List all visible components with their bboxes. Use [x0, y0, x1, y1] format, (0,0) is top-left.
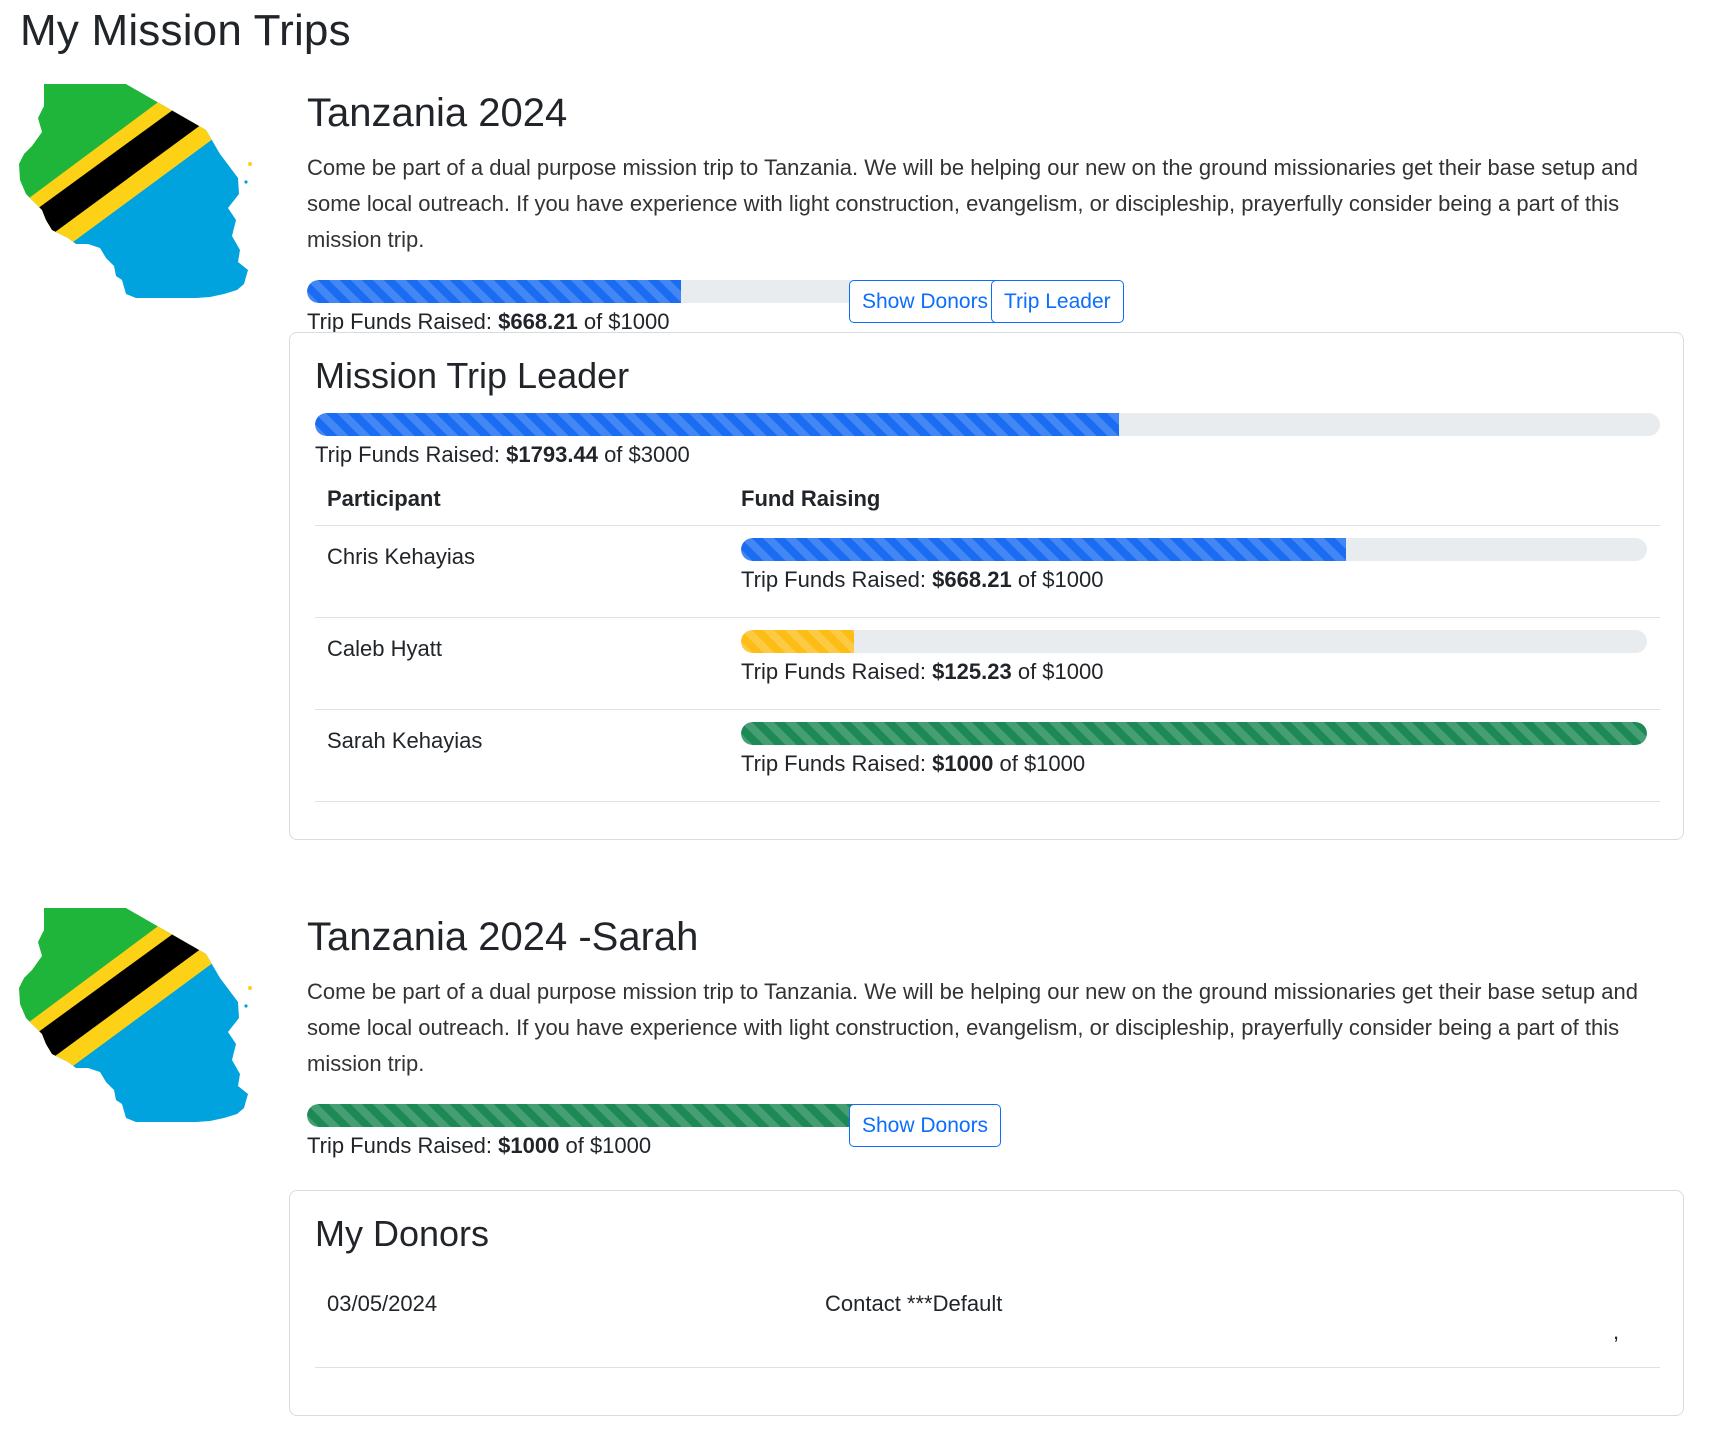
donor-extra: ,	[1613, 1319, 1620, 1344]
tanzania-flag-map-icon	[19, 84, 252, 298]
participant-progress-bar	[741, 630, 1647, 653]
participants-table: Participant Fund Raising Chris Kehayias …	[315, 473, 1660, 802]
participant-progress-fill	[741, 538, 1347, 561]
donor-row: 03/05/2024 Contact ***Default ,	[315, 1279, 1660, 1368]
participant-funds: Trip Funds Raised: $125.23 of $1000	[729, 617, 1660, 710]
card-title: Mission Trip Leader	[315, 355, 630, 396]
page-title: My Mission Trips	[20, 6, 351, 55]
table-row: Sarah Kehayias Trip Funds Raised: $1000 …	[315, 709, 1660, 802]
funds-raised-amount: $1000	[498, 1133, 560, 1158]
participant-funds-text: Trip Funds Raised: $668.21 of $1000	[741, 567, 1104, 592]
header-participant: Participant	[315, 473, 729, 526]
participant-progress-bar	[741, 538, 1647, 561]
participant-name: Caleb Hyatt	[315, 617, 729, 710]
table-header-row: Participant Fund Raising	[315, 473, 1660, 526]
donor-name: Contact ***Default	[825, 1291, 1003, 1316]
table-row: Chris Kehayias Trip Funds Raised: $668.2…	[315, 525, 1660, 618]
participant-progress-fill	[741, 722, 1647, 745]
show-donors-button[interactable]: Show Donors	[849, 1104, 1002, 1147]
participant-funds-text: Trip Funds Raised: $125.23 of $1000	[741, 659, 1104, 684]
card-title: My Donors	[315, 1213, 490, 1254]
trip-progress-bar	[307, 1104, 867, 1127]
leader-funds: Trip Funds Raised: $1793.44 of $3000	[315, 413, 1660, 468]
trip-title: Tanzania 2024 -Sarah	[307, 915, 699, 959]
header-fund-raising: Fund Raising	[729, 473, 1660, 526]
trip-leader-button[interactable]: Trip Leader	[991, 280, 1124, 323]
participant-progress-fill	[741, 630, 855, 653]
mission-trip-leader-card: Mission Trip Leader Trip Funds Raised: $…	[289, 332, 1684, 840]
show-donors-button[interactable]: Show Donors	[849, 280, 1002, 323]
donor-date: 03/05/2024	[327, 1291, 438, 1316]
participant-name: Chris Kehayias	[315, 525, 729, 618]
my-donors-card: My Donors 03/05/2024 Contact ***Default …	[289, 1190, 1684, 1416]
participant-funds: Trip Funds Raised: $1000 of $1000	[729, 709, 1660, 802]
trip-progress-fill	[307, 1104, 867, 1127]
trip-description: Come be part of a dual purpose mission t…	[307, 155, 1638, 252]
leader-progress-fill	[315, 413, 1120, 436]
trip-description: Come be part of a dual purpose mission t…	[307, 979, 1638, 1076]
table-row: Caleb Hyatt Trip Funds Raised: $125.23 o…	[315, 617, 1660, 710]
trip-funds: Trip Funds Raised: $1000 of $1000 Show D…	[307, 1104, 1705, 1170]
leader-progress-bar	[315, 413, 1660, 436]
trip-title: Tanzania 2024	[307, 91, 568, 135]
funds-raised-amount: $668.21	[498, 309, 578, 334]
trip-progress-fill	[307, 280, 682, 303]
leader-funds-text: Trip Funds Raised: $1793.44 of $3000	[315, 442, 690, 467]
participant-name: Sarah Kehayias	[315, 709, 729, 802]
trip-funds-text: Trip Funds Raised: $1000 of $1000	[307, 1133, 652, 1158]
participant-funds: Trip Funds Raised: $668.21 of $1000	[729, 525, 1660, 618]
participant-progress-bar	[741, 722, 1647, 745]
participant-funds-text: Trip Funds Raised: $1000 of $1000	[741, 751, 1086, 776]
trip-progress-bar	[307, 280, 867, 303]
funds-raised-amount: $1793.44	[506, 442, 598, 467]
tanzania-flag-map-icon	[19, 908, 252, 1122]
